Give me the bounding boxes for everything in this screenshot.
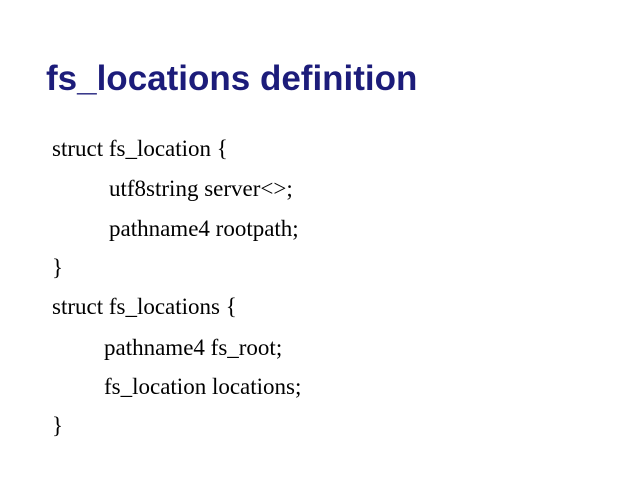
- code-line-struct-fs-locations-close: }: [52, 413, 64, 438]
- code-line-locations-field: fs_location locations;: [104, 374, 302, 399]
- code-line-struct-fs-locations-open: struct fs_locations {: [52, 294, 237, 319]
- code-line-fs-root-field: pathname4 fs_root;: [104, 335, 283, 360]
- slide: fs_locations definition struct fs_locati…: [0, 0, 640, 480]
- slide-title: fs_locations definition: [46, 59, 418, 98]
- code-line-struct-fs-location-close: }: [52, 255, 64, 280]
- code-line-struct-fs-location-open: struct fs_location {: [52, 136, 228, 161]
- code-line-rootpath-field: pathname4 rootpath;: [109, 216, 299, 241]
- code-line-server-field: utf8string server<>;: [109, 176, 293, 201]
